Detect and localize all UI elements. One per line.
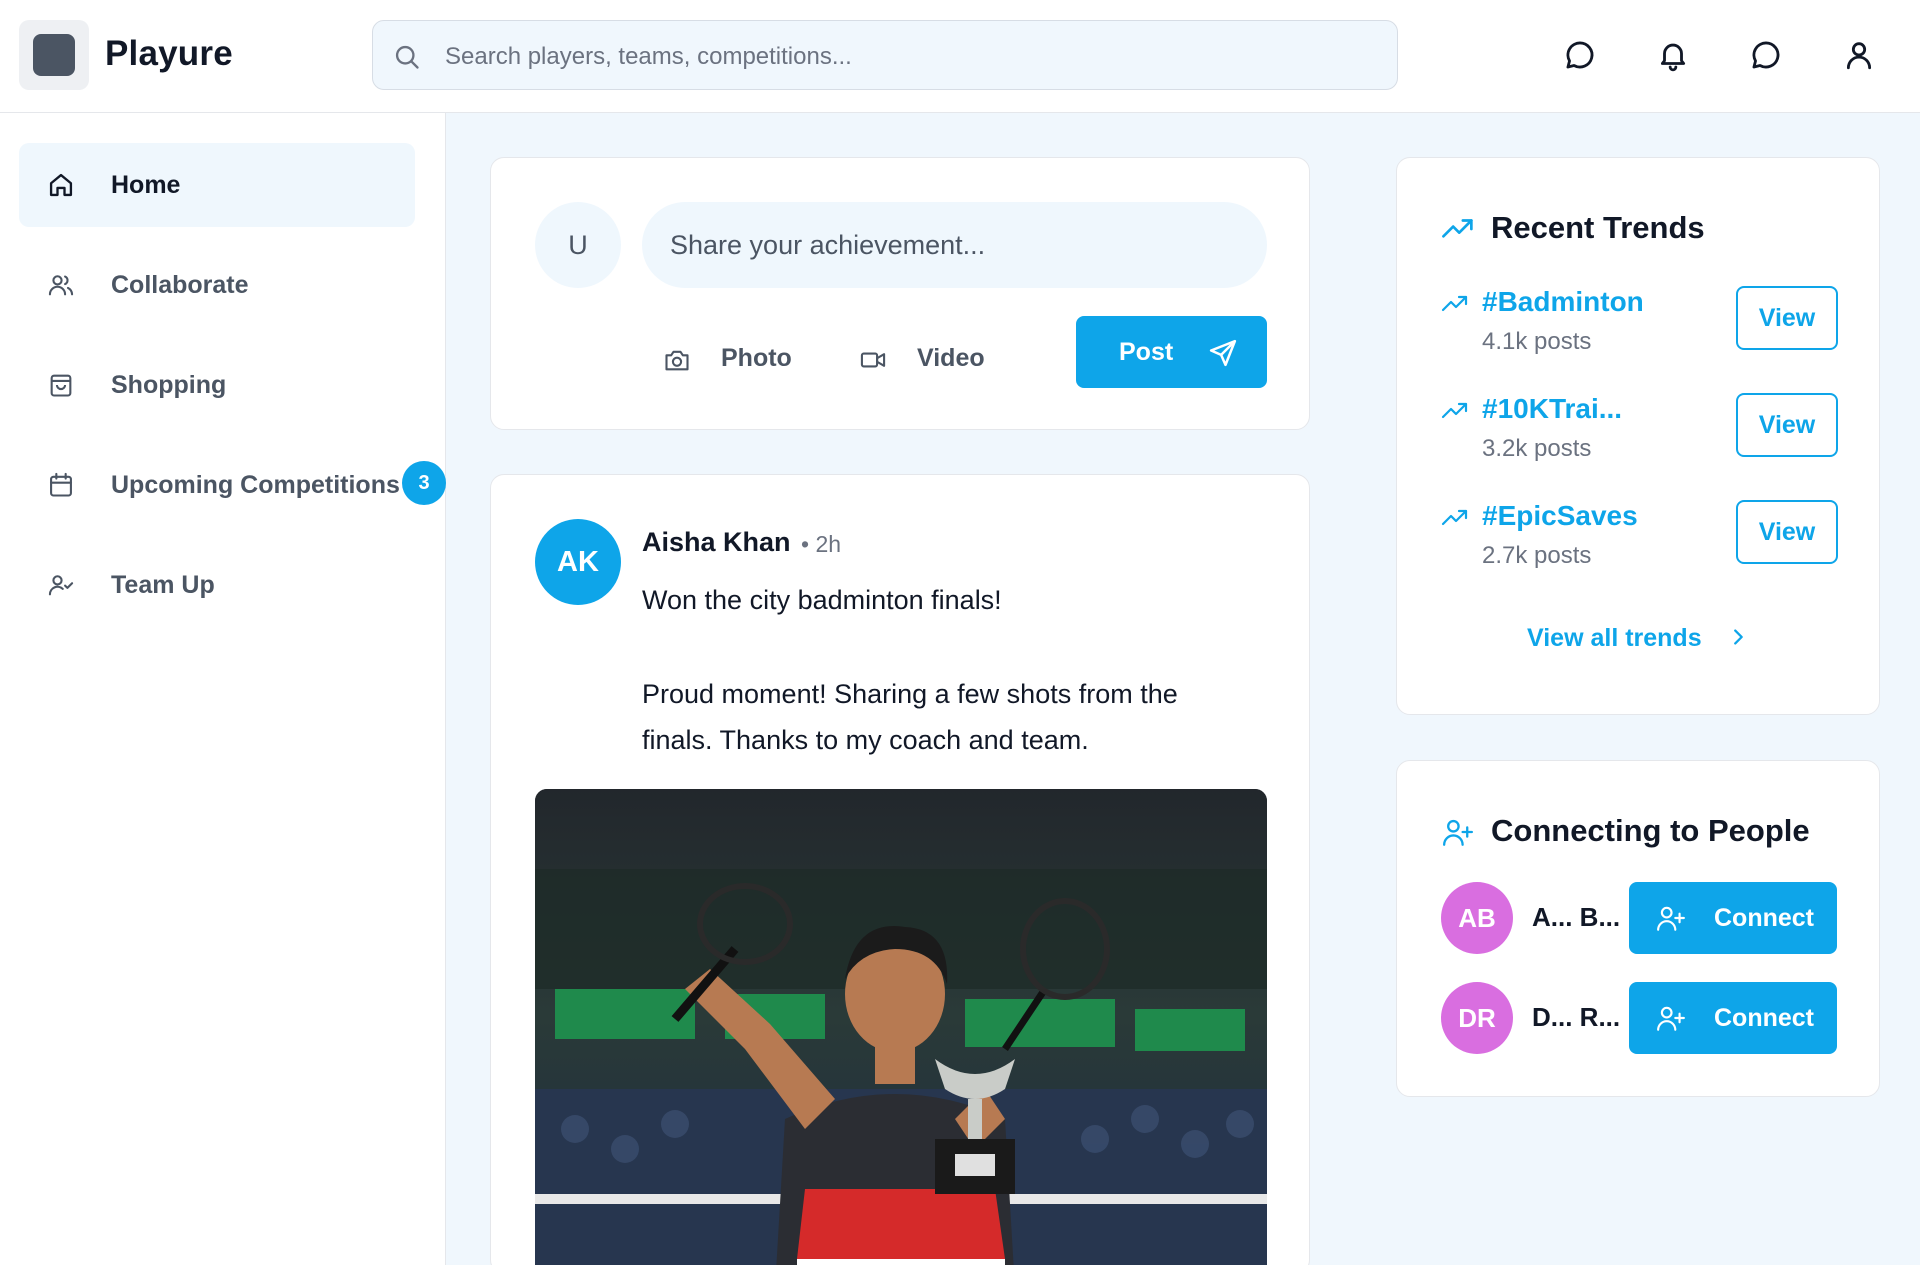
sidebar-item-collaborate[interactable]: Collaborate xyxy=(19,243,415,327)
person-suggestion: AB A... B... Connect xyxy=(1441,882,1841,954)
video-icon xyxy=(860,352,886,368)
trending-up-icon xyxy=(1441,509,1468,526)
trend-post-count: 3.2k posts xyxy=(1482,435,1592,462)
share-achievement-input[interactable]: Share your achievement... xyxy=(642,202,1267,288)
sidebar-item-label: Home xyxy=(111,171,181,199)
sidebar-item-label: Shopping xyxy=(111,371,227,399)
trend-item: #Badminton 4.1k posts View xyxy=(1441,286,1841,356)
user-plus-icon xyxy=(1657,1006,1685,1031)
sidebar-item-shopping[interactable]: Shopping xyxy=(19,343,415,427)
post-body: Proud moment! Sharing a few shots from t… xyxy=(642,679,1178,755)
search-icon xyxy=(395,45,419,69)
view-all-trends-link[interactable]: View all trends xyxy=(1527,624,1702,653)
chat-icon[interactable] xyxy=(1749,38,1783,72)
video-label: Video xyxy=(917,344,985,372)
search-input[interactable]: Search players, teams, competitions... xyxy=(372,20,1398,90)
sidebar-item-label: Collaborate xyxy=(111,271,249,299)
users-icon xyxy=(48,275,74,296)
trend-tag[interactable]: #10KTrai... xyxy=(1482,393,1622,425)
trend-item: #EpicSaves 2.7k posts View xyxy=(1441,500,1841,570)
user-icon[interactable] xyxy=(1842,38,1876,72)
post-button[interactable]: Post xyxy=(1076,316,1267,388)
sidebar-item-team-up[interactable]: Team Up xyxy=(19,543,415,627)
logo-mark xyxy=(33,34,75,76)
sidebar-item-home[interactable]: Home xyxy=(19,143,415,227)
recent-trends-title: Recent Trends xyxy=(1491,210,1705,245)
avatar[interactable]: AK xyxy=(535,519,621,605)
sidebar-item-label: Team Up xyxy=(111,571,215,599)
sidebar-item-upcoming-competitions[interactable]: Upcoming Competitions xyxy=(19,443,415,527)
add-video-button[interactable]: Video xyxy=(859,340,989,380)
send-icon xyxy=(1209,339,1237,367)
logo[interactable] xyxy=(19,20,89,90)
recent-trends-panel: Recent Trends #Badminton 4.1k posts View… xyxy=(1396,157,1880,715)
connect-button[interactable]: Connect xyxy=(1629,982,1837,1054)
trending-up-icon xyxy=(1442,219,1473,238)
connecting-people-title: Connecting to People xyxy=(1491,813,1810,848)
trending-up-icon xyxy=(1441,295,1468,312)
chevron-right-icon[interactable] xyxy=(1727,626,1749,648)
composer-placeholder: Share your achievement... xyxy=(670,230,986,260)
shopping-bag-icon xyxy=(50,374,72,397)
person-name[interactable]: D... R... xyxy=(1532,1002,1620,1033)
post-timestamp: • 2h xyxy=(801,531,842,557)
person-suggestion: DR D... R... Connect xyxy=(1441,982,1841,1054)
post-button-label: Post xyxy=(1119,338,1174,366)
competitions-count-badge: 3 xyxy=(402,461,446,505)
avatar[interactable]: AB xyxy=(1441,882,1513,954)
view-trend-button[interactable]: View xyxy=(1736,500,1838,564)
sidebar-item-label: Upcoming Competitions xyxy=(111,471,400,499)
person-name[interactable]: A... B... xyxy=(1532,902,1620,933)
add-photo-button[interactable]: Photo xyxy=(663,340,793,380)
post-author[interactable]: Aisha Khan xyxy=(642,527,791,558)
trend-post-count: 2.7k posts xyxy=(1482,542,1592,569)
camera-icon xyxy=(665,350,689,371)
trending-up-icon xyxy=(1441,402,1468,419)
top-bar: Playure Search players, teams, competiti… xyxy=(0,0,1920,113)
post-headline: Won the city badminton finals! xyxy=(642,585,1002,615)
post-photo[interactable] xyxy=(535,789,1267,1265)
home-icon xyxy=(49,173,73,197)
avatar: U xyxy=(535,202,621,288)
user-plus-icon xyxy=(1657,906,1685,931)
user-check-icon xyxy=(48,575,74,596)
trend-tag[interactable]: #EpicSaves xyxy=(1482,500,1638,532)
badminton-champion-illustration xyxy=(535,789,1267,1265)
calendar-icon xyxy=(50,472,72,497)
connect-label: Connect xyxy=(1714,904,1814,932)
view-trend-button[interactable]: View xyxy=(1736,393,1838,457)
avatar[interactable]: DR xyxy=(1441,982,1513,1054)
search-placeholder: Search players, teams, competitions... xyxy=(445,43,852,70)
trend-tag[interactable]: #Badminton xyxy=(1482,286,1644,318)
view-trend-button[interactable]: View xyxy=(1736,286,1838,350)
user-plus-icon xyxy=(1443,819,1473,846)
photo-label: Photo xyxy=(721,344,792,372)
sidebar: Home Collaborate Shopping Upcoming Compe… xyxy=(0,113,446,1265)
feed-post: AK Aisha Khan • 2h Won the city badminto… xyxy=(490,474,1310,1265)
trend-item: #10KTrai... 3.2k posts View xyxy=(1441,393,1841,463)
trend-post-count: 4.1k posts xyxy=(1482,328,1592,355)
connect-label: Connect xyxy=(1714,1004,1814,1032)
message-icon[interactable] xyxy=(1563,38,1597,72)
connect-button[interactable]: Connect xyxy=(1629,882,1837,954)
brand-name[interactable]: Playure xyxy=(105,34,233,74)
connecting-people-panel: Connecting to People AB A... B... Connec… xyxy=(1396,760,1880,1097)
bell-icon[interactable] xyxy=(1656,38,1690,72)
post-composer: U Share your achievement... Photo Video … xyxy=(490,157,1310,430)
